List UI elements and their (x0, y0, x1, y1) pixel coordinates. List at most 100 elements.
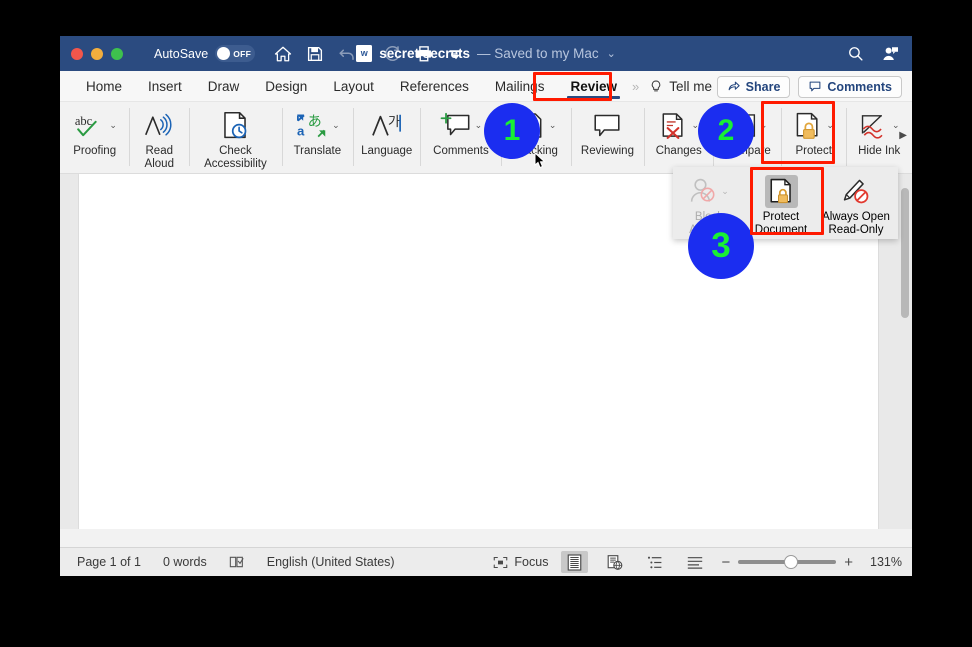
document-name: secret secrets (379, 46, 471, 61)
always-open-read-only-label: Always Open Read-Only (822, 211, 890, 236)
zoom-slider[interactable]: − + (721, 555, 853, 570)
read-aloud-icon-row (143, 107, 175, 144)
compare-caret-icon[interactable]: ⌄ (760, 121, 768, 130)
draft-icon (687, 556, 703, 569)
maximize-window-button[interactable] (111, 47, 123, 60)
tab-layout[interactable]: Layout (320, 71, 387, 102)
zoom-out-button[interactable]: − (721, 555, 730, 570)
title-bar-right (847, 36, 900, 71)
new-comment-icon (440, 112, 470, 136)
menu-item-protect-document[interactable]: Protect Document (745, 171, 817, 237)
window-controls[interactable] (71, 47, 123, 60)
ribbon-group-check-accessibility[interactable]: Check Accessibility (189, 102, 282, 174)
zoom-track[interactable] (738, 555, 837, 569)
tell-me-button[interactable]: Tell me (649, 79, 712, 94)
print-layout-view-button[interactable] (561, 551, 589, 573)
outline-view-button[interactable] (641, 551, 668, 573)
autosave-label: AutoSave (154, 46, 209, 61)
autosave-control[interactable]: AutoSave OFF (154, 45, 256, 62)
word-window: AutoSave OFF ⌄ (60, 36, 912, 576)
comments-caret-icon[interactable]: ⌄ (475, 121, 483, 130)
save-icon[interactable] (306, 45, 324, 63)
print-layout-icon (568, 553, 582, 571)
hide-ink-caret-icon[interactable]: ⌄ (892, 121, 900, 130)
outline-icon (647, 556, 662, 568)
word-count[interactable]: 0 words (163, 555, 207, 569)
tab-review[interactable]: Review (557, 71, 630, 102)
home-icon[interactable] (274, 45, 292, 63)
account-icon[interactable] (881, 45, 900, 63)
focus-label: Focus (514, 555, 549, 569)
block-authors-icon (691, 178, 715, 202)
tab-draw[interactable]: Draw (195, 71, 253, 102)
close-window-button[interactable] (71, 47, 83, 60)
document-title-chevron-icon[interactable]: ⌄ (607, 47, 616, 60)
share-label: Share (745, 79, 781, 94)
ribbon-expand-icon[interactable]: ▶ (899, 130, 907, 141)
spelling-abc-check-icon: abc (75, 114, 98, 136)
comments-button[interactable]: Comments (798, 75, 902, 98)
vertical-scrollbar[interactable] (901, 188, 909, 318)
autosave-toggle[interactable]: OFF (215, 45, 256, 62)
ribbon-group-protect[interactable]: ⌄ Protect (780, 102, 847, 174)
proofing-status-icon[interactable] (229, 555, 245, 569)
comments-label: Comments (827, 79, 892, 94)
translate-icon-row: a あ ⌄ (295, 107, 340, 144)
document-title[interactable]: w secret secrets — Saved to my Mac ⌄ (356, 45, 616, 62)
tracking-caret-icon[interactable]: ⌄ (549, 121, 557, 130)
ribbon-group-read-aloud[interactable]: Read Aloud (129, 102, 189, 174)
tab-home[interactable]: Home (73, 71, 135, 102)
proofing-icon-row: abc ⌄ (72, 107, 117, 144)
tell-me-label: Tell me (669, 78, 712, 94)
tab-design[interactable]: Design (252, 71, 320, 102)
zoom-percentage[interactable]: 131% (866, 555, 902, 569)
check-accessibility-label: Check Accessibility (204, 145, 267, 170)
reviewing-icon-row (591, 107, 623, 144)
share-button[interactable]: Share (716, 75, 791, 98)
web-layout-view-button[interactable] (601, 551, 628, 573)
protect-document-label: Protect Document (754, 211, 808, 236)
tab-mailings[interactable]: Mailings (482, 71, 558, 102)
autosave-toggle-state: OFF (233, 48, 252, 59)
svg-text:abc: abc (75, 114, 93, 128)
step-badge-2: 2 (698, 103, 754, 159)
ribbon-group-reviewing[interactable]: Reviewing (570, 102, 644, 174)
translate-caret-icon[interactable]: ⌄ (332, 121, 340, 130)
block-authors-caret-icon[interactable]: ⌄ (721, 186, 729, 196)
web-layout-icon (607, 554, 623, 570)
menu-item-always-open-read-only[interactable]: Always Open Read-Only (817, 171, 895, 237)
proofing-caret-icon[interactable]: ⌄ (109, 121, 117, 130)
tab-references[interactable]: References (387, 71, 482, 102)
language-icon: 가 (371, 114, 401, 136)
zoom-thumb[interactable] (784, 555, 799, 569)
protect-label: Protect (795, 145, 832, 157)
status-bar-right: Focus − + 131% (493, 551, 902, 573)
mouse-cursor-icon (534, 152, 546, 169)
read-aloud-icon (145, 113, 172, 136)
page-count[interactable]: Page 1 of 1 (77, 555, 141, 569)
zoom-in-button[interactable]: + (844, 555, 853, 570)
focus-button[interactable]: Focus (493, 555, 548, 569)
status-bar-left: Page 1 of 1 0 words English (United Stat… (60, 555, 395, 569)
svg-text:a: a (297, 123, 305, 138)
protect-caret-icon[interactable]: ⌄ (826, 121, 834, 130)
ribbon-group-language[interactable]: 가 Language (353, 102, 420, 174)
minimize-window-button[interactable] (91, 47, 103, 60)
translate-label: Translate (293, 145, 342, 157)
block-authors-icon-box: ⌄ (689, 173, 729, 209)
document-language[interactable]: English (United States) (267, 555, 395, 569)
hide-ink-icon-row: ⌄ (859, 107, 900, 144)
check-accessibility-icon (224, 111, 247, 139)
ribbon-group-translate[interactable]: a あ ⌄ Translate (281, 102, 353, 174)
language-icon-row: 가 (371, 107, 403, 144)
search-icon[interactable] (847, 45, 864, 62)
share-icon (728, 81, 740, 91)
ribbon-group-proofing[interactable]: abc ⌄ Proofing (60, 102, 129, 174)
tab-insert[interactable]: Insert (135, 71, 195, 102)
comments-group-label: Comments (433, 145, 489, 157)
always-open-read-only-icon (843, 179, 869, 204)
ribbon-tab-strip: Home Insert Draw Design Layout Reference… (60, 71, 912, 102)
undo-icon[interactable] (338, 45, 356, 63)
tab-overflow-icon[interactable]: » (632, 79, 639, 94)
draft-view-button[interactable] (681, 551, 708, 573)
